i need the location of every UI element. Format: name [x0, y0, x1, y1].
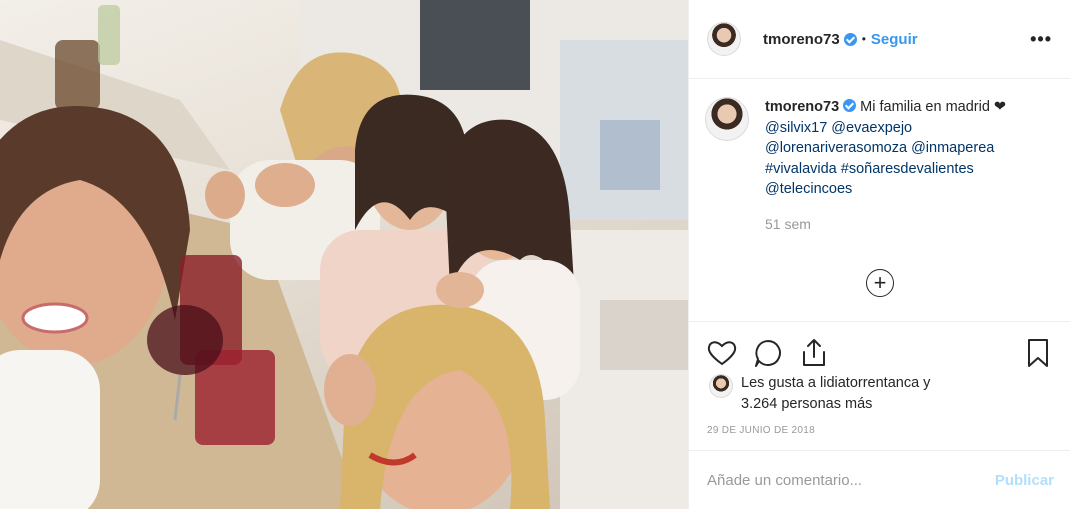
more-options-icon[interactable]: •••: [1030, 29, 1052, 50]
share-icon[interactable]: [797, 336, 831, 370]
caption-avatar[interactable]: [705, 97, 749, 141]
heart-icon[interactable]: [705, 336, 739, 370]
load-more-label: +: [873, 269, 887, 295]
likes-text[interactable]: Les gusta a lidiatorrentanca y 3.264 per…: [741, 373, 930, 415]
likes-summary: Les gusta a lidiatorrentanca y 3.264 per…: [709, 373, 930, 415]
post-date[interactable]: 29 DE JUNIO DE 2018: [707, 425, 815, 436]
plus-circle-icon[interactable]: +: [866, 269, 894, 297]
post-header: tmoreno73 • Seguir •••: [689, 0, 1070, 79]
author-avatar[interactable]: [707, 22, 741, 56]
caption-mentions-2[interactable]: @lorenariverasomoza @inmaperea: [765, 138, 1006, 159]
caption-mention-last[interactable]: @telecincoes: [765, 179, 1006, 200]
caption-body: tmoreno73 Mi familia en madrid ❤ @silvix…: [765, 97, 1006, 234]
comment-input[interactable]: [707, 471, 995, 489]
caption: tmoreno73 Mi familia en madrid ❤ @silvix…: [689, 79, 1070, 234]
caption-hashtags[interactable]: #vivalavida #soñaresdevalientes: [765, 159, 1006, 180]
separator-dot: •: [861, 32, 866, 46]
likes-line-1[interactable]: Les gusta a lidiatorrentanca y: [741, 373, 930, 394]
author-username[interactable]: tmoreno73: [763, 31, 840, 48]
comment-box: Publicar: [689, 450, 1070, 509]
bookmark-icon[interactable]: [1021, 336, 1055, 370]
caption-text: Mi familia en madrid ❤: [860, 99, 1007, 115]
follow-button[interactable]: Seguir: [871, 31, 918, 48]
verified-badge-icon: [843, 32, 857, 46]
likes-line-2[interactable]: 3.264 personas más: [741, 394, 930, 415]
caption-time[interactable]: 51 sem: [765, 214, 1006, 235]
publish-button[interactable]: Publicar: [995, 472, 1054, 489]
post-side-panel: tmoreno73 • Seguir ••• tmoreno73 Mi fami…: [688, 0, 1070, 509]
post-photo[interactable]: [0, 0, 688, 509]
liker-avatar[interactable]: [709, 374, 733, 398]
photo-illustration: [0, 0, 688, 509]
caption-username[interactable]: tmoreno73: [765, 99, 839, 115]
caption-mentions-1[interactable]: @silvix17 @evaexpejo: [765, 118, 1006, 139]
verified-badge-icon: [843, 99, 857, 112]
comment-icon[interactable]: [751, 336, 785, 370]
